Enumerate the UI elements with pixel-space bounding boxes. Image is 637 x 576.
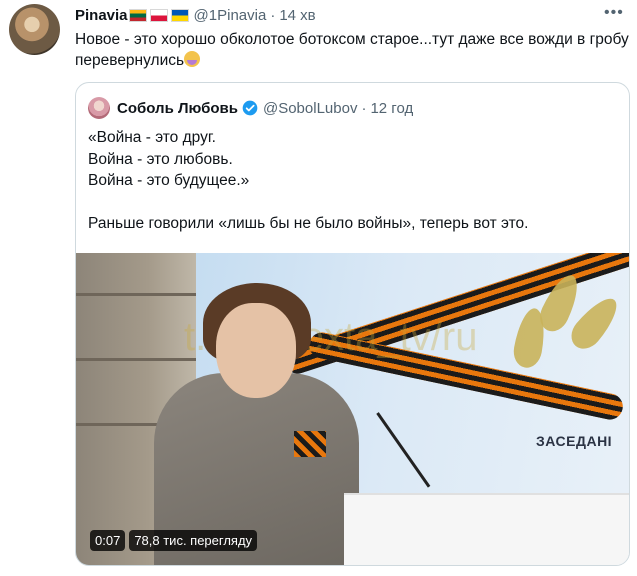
- tweet-text: Новое - это хорошо обколотое ботоксом ст…: [75, 29, 630, 71]
- ellipsis-icon[interactable]: •••: [604, 4, 624, 22]
- speaker-head: [216, 303, 296, 398]
- video-overlay: 0:07 78,8 тис. перегляду: [90, 529, 258, 551]
- author-avatar[interactable]: [9, 4, 60, 55]
- ribbon-pin: [294, 431, 326, 457]
- podium: [344, 493, 629, 565]
- author-name[interactable]: Pinavia: [75, 7, 128, 24]
- quote-text: «Война - это друг. Война - это любовь. В…: [88, 129, 529, 232]
- verified-badge-icon: [242, 100, 258, 116]
- hall-sign: ЗАСЕДАНІ: [536, 433, 613, 449]
- face-palm-emoji: [184, 51, 201, 67]
- flag-poland-icon: [149, 8, 168, 22]
- quote-header: Соболь Любовь @SobolLubov · 12 год: [88, 97, 413, 119]
- header-separator: ·: [270, 6, 276, 24]
- tweet-time[interactable]: 14 хв: [279, 7, 315, 24]
- video-player[interactable]: t.me/Nexta_tv/ru ЗАСЕДАНІ 0:07 78,8 тис.…: [76, 253, 629, 565]
- quote-author-handle: @SobolLubov: [262, 99, 358, 117]
- video-views: 78,8 тис. перегляду: [129, 529, 258, 551]
- tweet-body: Новое - это хорошо обколотое ботоксом ст…: [75, 31, 634, 69]
- quote-author-name: Соболь Любовь: [117, 99, 238, 117]
- flag-ukraine-icon: [170, 8, 189, 22]
- author-handle[interactable]: @1Pinavia: [194, 7, 267, 24]
- quote-time: 12 год: [370, 99, 414, 117]
- flag-lithuania-icon: [128, 8, 147, 22]
- quote-separator: ·: [361, 99, 367, 117]
- quoted-tweet[interactable]: Соболь Любовь @SobolLubov · 12 год «Войн…: [75, 82, 630, 566]
- tweet-header: Pinavia @1Pinavia · 14 хв: [75, 4, 316, 26]
- video-duration: 0:07: [90, 529, 126, 551]
- quote-author-avatar: [88, 97, 110, 119]
